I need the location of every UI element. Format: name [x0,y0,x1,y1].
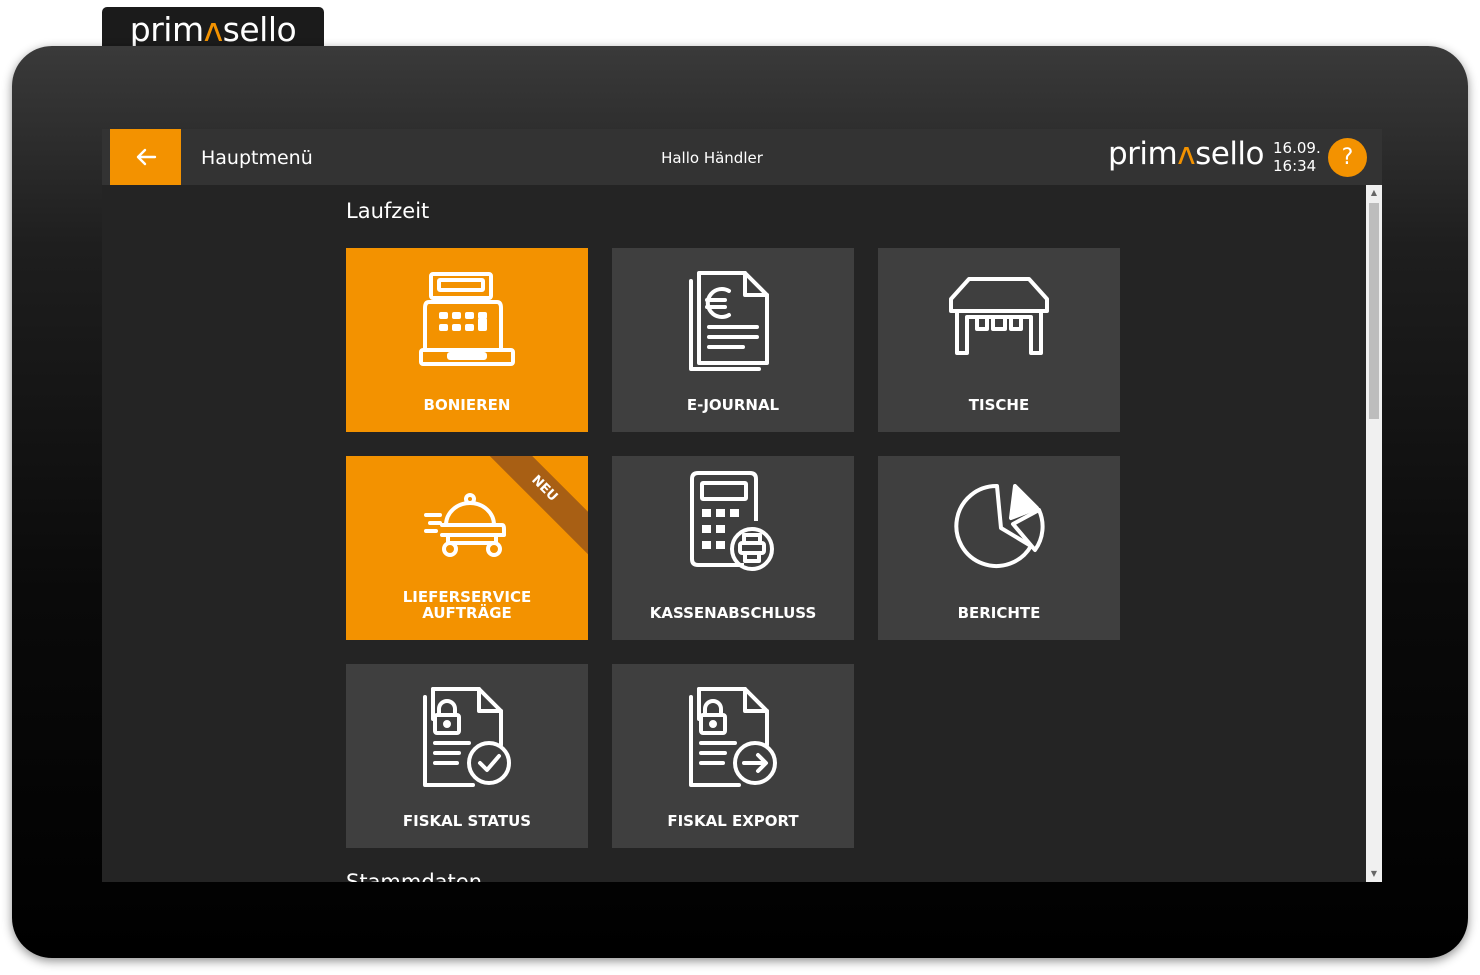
tile-label: BERICHTE [957,604,1041,622]
tile-lieferservice-auftraege[interactable]: NEU LIEFERSERVICE AUFTRÄGE [346,456,588,640]
tile-label: TISCHE [968,396,1030,414]
tile-label: E-JOURNAL [686,396,780,414]
pie-chart-icon [954,483,1045,568]
help-button[interactable]: ? [1328,138,1367,177]
scroll-up-arrow-icon[interactable]: ▲ [1366,185,1382,201]
tile-bonieren[interactable]: BONIEREN [346,248,588,432]
tile-e-journal[interactable]: E-JOURNAL [612,248,854,432]
euro-document-icon [689,271,769,371]
tile-berichte[interactable]: BERICHTE [878,456,1120,640]
delivery-cloche-icon [424,493,506,557]
tile-label: FISKAL EXPORT [667,812,799,830]
scroll-down-arrow-icon[interactable]: ▼ [1366,866,1382,882]
section-title-stammdaten: Stammdaten [346,870,483,882]
tile-label: FISKAL STATUS [402,812,532,830]
time-text: 16:34 [1273,157,1317,175]
tile-fiskal-export[interactable]: FISKAL EXPORT [612,664,854,848]
fiscal-status-icon [423,687,511,787]
primasello-logo: primʌsello [129,9,297,49]
calculator-printer-icon [690,471,774,571]
table-icon [949,277,1049,355]
tile-label: KASSENABSCHLUSS [649,604,817,622]
cash-register-icon [419,272,515,366]
scroll-thumb[interactable] [1369,203,1379,419]
primasello-logo: primʌsello [1108,136,1265,172]
tile-label: BONIEREN [423,396,511,414]
tile-label: LIEFERSERVICE AUFTRÄGE [402,588,532,622]
tile-tische[interactable]: TISCHE [878,248,1120,432]
datetime: 16.09. 16:34 [1273,139,1321,175]
top-bar: Hauptmenü Hallo Händler primʌsello 16.09… [102,129,1382,185]
scrollbar[interactable]: ▲ ▼ [1366,185,1382,882]
section-title-laufzeit: Laufzeit [346,199,430,223]
fiscal-export-icon [689,687,777,787]
tile-kassenabschluss[interactable]: KASSENABSCHLUSS [612,456,854,640]
tile-fiskal-status[interactable]: FISKAL STATUS [346,664,588,848]
brand-tab: primʌsello [102,7,324,51]
app-screen: Hauptmenü Hallo Händler primʌsello 16.09… [102,129,1382,882]
date-text: 16.09. [1273,139,1321,157]
